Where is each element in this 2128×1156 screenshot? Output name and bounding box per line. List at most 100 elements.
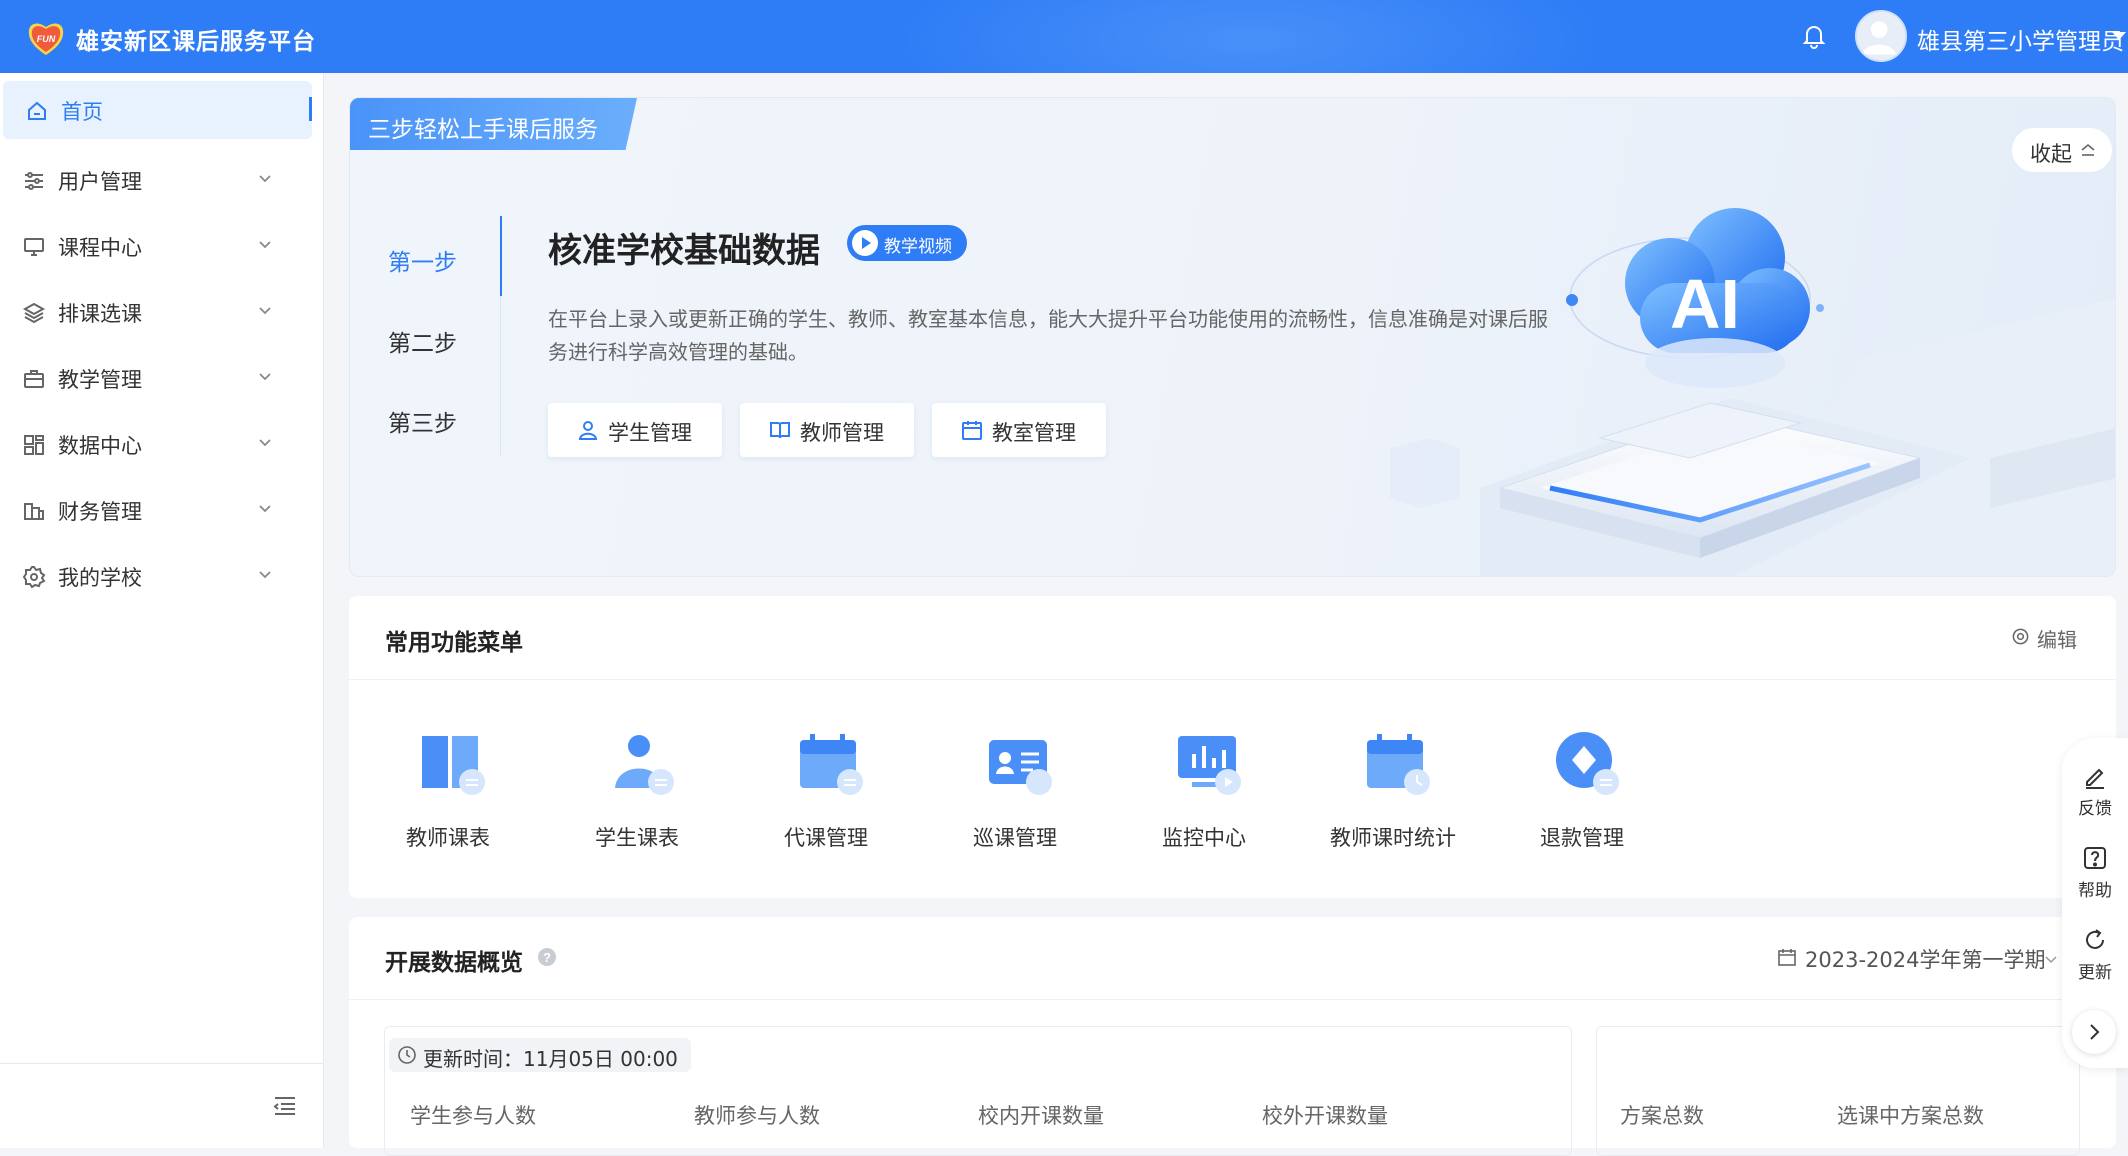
pencil-icon: [2086, 768, 2104, 789]
menu-item-label: 教师课时统计: [1330, 826, 1456, 850]
logo-text: FUN: [37, 34, 56, 44]
calendar-icon: [1778, 949, 1796, 966]
avatar[interactable]: [1855, 10, 1907, 62]
menu-item-label: 代课管理: [784, 826, 868, 850]
menu-item-label: 巡课管理: [973, 826, 1057, 850]
sidebar-item-label: 我的学校: [58, 566, 142, 590]
edit-button[interactable]: 编辑: [2011, 624, 2077, 653]
id-card-icon: [989, 740, 1052, 795]
sidebar-item-label: 财务管理: [58, 500, 142, 524]
help-button[interactable]: 帮助: [2062, 844, 2128, 901]
chevron-down-icon[interactable]: [2112, 32, 2126, 40]
book-icon: [770, 422, 790, 439]
menu-collapse-icon[interactable]: [272, 1094, 298, 1118]
sidebar-item-label: 首页: [61, 100, 103, 124]
teacher-management-button[interactable]: 教师管理: [740, 403, 914, 457]
step-1[interactable]: 第一步: [388, 243, 457, 277]
menu-item-monitoring[interactable]: 监控中心: [1134, 730, 1274, 860]
step-3[interactable]: 第三步: [388, 404, 457, 438]
ai-cloud-illustration: AI: [1390, 208, 2115, 576]
student-icon: [615, 735, 674, 795]
sidebar-item-label: 排课选课: [58, 302, 142, 326]
sidebar-item-courses[interactable]: 课程中心: [0, 217, 312, 275]
sidebar-item-users[interactable]: 用户管理: [0, 151, 312, 209]
chevron-down-icon: [259, 571, 271, 579]
menu-item-label: 监控中心: [1162, 826, 1246, 850]
sidebar-item-label: 课程中心: [58, 236, 142, 260]
term-select[interactable]: 2023-2024学年第一学期: [1777, 944, 2057, 974]
edit-label: 编辑: [2037, 628, 2077, 652]
chevron-down-icon: [2045, 956, 2057, 964]
menu-item-label: 退款管理: [1540, 826, 1624, 850]
app-logo[interactable]: FUN: [26, 18, 66, 58]
question-icon: [2084, 847, 2106, 869]
user-name[interactable]: 雄县第三小学管理员: [1917, 22, 2124, 56]
sidebar-item-finance[interactable]: 财务管理: [0, 481, 312, 539]
sidebar-item-label: 数据中心: [58, 434, 142, 458]
ai-text: AI: [1670, 265, 1740, 343]
classroom-management-button[interactable]: 教室管理: [932, 403, 1106, 457]
dashboard-icon: [24, 435, 44, 455]
menu-item-teacher-schedule[interactable]: 教师课表: [378, 730, 518, 860]
stat-label: 学生参与人数: [410, 1104, 536, 1128]
banner-tag: 三步轻松上手课后服务: [350, 98, 637, 150]
menu-item-label: 学生课表: [595, 826, 679, 850]
refund-icon: [1556, 732, 1619, 795]
sidebar-item-label: 教学管理: [58, 368, 142, 392]
finance-icon: [24, 503, 44, 520]
user-icon: [578, 421, 598, 440]
menu-item-teacher-hours[interactable]: 教师课时统计: [1323, 730, 1463, 860]
app-title: 雄安新区课后服务平台: [76, 29, 316, 55]
sidebar: 首页 用户管理 课程中心 排课选课 教学管理 数据中心 财务管理 我的学校: [0, 73, 324, 1148]
card-title: 常用功能菜单: [385, 630, 523, 656]
layers-icon: [22, 302, 46, 324]
sidebar-item-home[interactable]: 首页: [3, 81, 312, 139]
chevron-down-icon: [259, 505, 271, 513]
card-title: 开展数据概览: [385, 950, 523, 976]
svg-text:?: ?: [543, 950, 551, 965]
menu-item-inspection[interactable]: 巡课管理: [945, 730, 1085, 860]
floating-toolbar: 反馈 帮助 更新: [2062, 738, 2128, 1068]
stat-label: 教师参与人数: [694, 1104, 820, 1128]
card-divider: [349, 999, 2116, 1000]
refresh-button[interactable]: 更新: [2062, 926, 2128, 983]
help-icon[interactable]: ?: [537, 947, 557, 967]
button-label: 教室管理: [992, 421, 1076, 445]
calendar-clock-icon: [1367, 734, 1430, 795]
expand-toolbar-button[interactable]: [2072, 1010, 2116, 1054]
sidebar-item-data-center[interactable]: 数据中心: [0, 415, 312, 473]
float-label: 更新: [2078, 963, 2112, 983]
chevron-down-icon: [259, 175, 271, 183]
sidebar-item-scheduling[interactable]: 排课选课: [0, 283, 312, 341]
step-divider: [500, 296, 501, 456]
menu-item-substitute[interactable]: 代课管理: [756, 730, 896, 860]
sidebar-item-teaching[interactable]: 教学管理: [0, 349, 312, 407]
step-active-indicator: [500, 216, 502, 296]
sidebar-item-label: 用户管理: [58, 170, 142, 194]
video-badge[interactable]: 教学视频: [847, 225, 967, 261]
step-2[interactable]: 第二步: [388, 324, 457, 358]
student-management-button[interactable]: 学生管理: [548, 403, 722, 457]
chevron-right-icon: [2090, 1024, 2100, 1040]
menu-item-student-schedule[interactable]: 学生课表: [567, 730, 707, 860]
stat-label: 校内开课数量: [978, 1104, 1104, 1128]
video-badge-label: 教学视频: [884, 237, 952, 257]
settings-icon: [2012, 628, 2029, 645]
sidebar-item-my-school[interactable]: 我的学校: [0, 547, 312, 605]
button-label: 教师管理: [800, 421, 884, 445]
button-label: 学生管理: [608, 421, 692, 445]
menu-item-refund[interactable]: 退款管理: [1512, 730, 1652, 860]
refresh-icon: [2086, 929, 2104, 949]
chevron-down-icon: [259, 439, 271, 447]
chart-monitor-icon: [1178, 736, 1241, 795]
gear-icon: [22, 566, 46, 589]
bell-icon[interactable]: [1800, 22, 1828, 50]
sidebar-footer: [0, 1063, 323, 1148]
feedback-button[interactable]: 反馈: [2062, 762, 2128, 819]
update-time-text: 更新时间：11月05日 00:00: [423, 1047, 678, 1071]
chevron-down-icon: [259, 373, 271, 381]
stat-label: 校外开课数量: [1262, 1104, 1388, 1128]
menu-item-label: 教师课表: [406, 826, 490, 850]
plan-stats-panel: [1596, 1026, 2080, 1156]
float-label: 帮助: [2078, 881, 2112, 901]
